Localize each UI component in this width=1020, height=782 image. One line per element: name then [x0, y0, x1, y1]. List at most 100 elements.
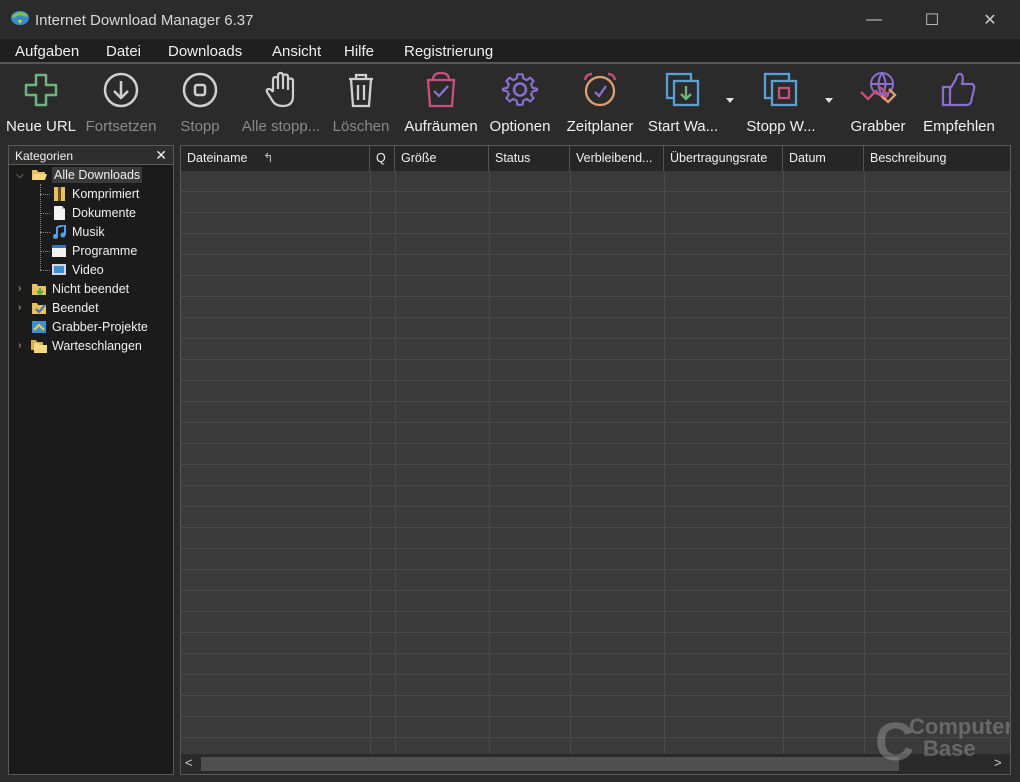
- column-header-remaining[interactable]: Verbleibend...: [570, 146, 664, 171]
- expand-unfinished-icon[interactable]: ›: [18, 283, 21, 294]
- menu-hilfe[interactable]: Hilfe: [344, 43, 374, 60]
- table-row[interactable]: [181, 444, 1010, 465]
- table-row[interactable]: [181, 276, 1010, 297]
- tree-label: Video: [72, 262, 104, 277]
- column-header-q[interactable]: Q: [370, 146, 395, 171]
- table-row[interactable]: [181, 633, 1010, 654]
- tree-item-queues[interactable]: Warteschlangen: [31, 336, 142, 355]
- table-row[interactable]: [181, 423, 1010, 444]
- menu-downloads[interactable]: Downloads: [168, 43, 242, 60]
- table-row[interactable]: [181, 570, 1010, 591]
- table-row[interactable]: [181, 297, 1010, 318]
- table-row[interactable]: [181, 654, 1010, 675]
- stop-queue-dropdown-icon[interactable]: [825, 98, 833, 103]
- resume-button[interactable]: Fortsetzen: [84, 66, 158, 136]
- menu-bar: Aufgaben Datei Downloads Ansicht Hilfe R…: [0, 39, 1020, 64]
- new-url-button[interactable]: Neue URL: [6, 66, 76, 136]
- categories-close-icon[interactable]: ✕: [155, 147, 167, 164]
- column-header-date[interactable]: Datum: [783, 146, 864, 171]
- scrollbar-thumb[interactable]: [201, 757, 899, 771]
- download-list[interactable]: Dateiname ↰ Q Größe Status Verbleibend..…: [180, 145, 1011, 775]
- scheduler-button[interactable]: Zeitplaner: [563, 66, 637, 136]
- table-row[interactable]: [181, 339, 1010, 360]
- start-queue-icon: [665, 72, 700, 107]
- close-button[interactable]: ✕: [961, 0, 1019, 39]
- table-row[interactable]: [181, 591, 1010, 612]
- menu-datei[interactable]: Datei: [106, 43, 141, 60]
- tree-item-programs[interactable]: Programme: [51, 241, 137, 260]
- cleanup-button[interactable]: Aufräumen: [402, 66, 480, 136]
- menu-registrierung[interactable]: Registrierung: [404, 43, 493, 60]
- expand-queues-icon[interactable]: ›: [18, 340, 21, 351]
- computerbase-watermark: C Computer Base: [875, 712, 1010, 770]
- table-row[interactable]: [181, 171, 1010, 192]
- menu-aufgaben[interactable]: Aufgaben: [15, 43, 79, 60]
- tree-item-documents[interactable]: Dokumente: [51, 203, 136, 222]
- expand-all-downloads-icon[interactable]: ⌵: [16, 170, 24, 181]
- alarm-clock-icon: [583, 72, 617, 107]
- table-row[interactable]: [181, 381, 1010, 402]
- start-queue-dropdown-icon[interactable]: [726, 98, 734, 103]
- column-header-filename[interactable]: Dateiname ↰: [181, 146, 370, 171]
- watermark-line2: Base: [923, 736, 976, 761]
- grid-column-line: [570, 171, 571, 754]
- recommend-button[interactable]: Empfehlen: [920, 66, 998, 136]
- tree-item-video[interactable]: Video: [51, 260, 104, 279]
- grid-column-line: [783, 171, 784, 754]
- column-header-size[interactable]: Größe: [395, 146, 489, 171]
- tree-line: [40, 194, 50, 195]
- tree-label: Beendet: [52, 300, 99, 315]
- resume-label: Fortsetzen: [85, 118, 157, 135]
- title-bar: Internet Download Manager 6.37 — ☐ ✕: [0, 0, 1020, 39]
- table-row[interactable]: [181, 486, 1010, 507]
- delete-button[interactable]: Löschen: [330, 66, 392, 136]
- table-row[interactable]: [181, 255, 1010, 276]
- new-url-label: Neue URL: [5, 118, 77, 135]
- tree-item-grabber-projects[interactable]: Grabber-Projekte: [31, 317, 148, 336]
- table-row[interactable]: [181, 318, 1010, 339]
- maximize-icon: ☐: [924, 11, 940, 29]
- program-icon: [52, 244, 66, 257]
- stop-queue-icon: [763, 72, 798, 107]
- tree-item-unfinished[interactable]: Nicht beendet: [31, 279, 129, 298]
- download-circle-icon: [103, 72, 139, 108]
- thumbs-up-icon: [941, 72, 976, 107]
- grabber-icon: [860, 72, 897, 104]
- stop-all-button[interactable]: Alle stopp...: [240, 66, 322, 136]
- column-header-transfer-rate[interactable]: Übertragungsrate: [664, 146, 783, 171]
- column-header-description[interactable]: Beschreibung: [864, 146, 1010, 171]
- table-row[interactable]: [181, 675, 1010, 696]
- scroll-left-icon[interactable]: <: [185, 755, 193, 770]
- grabber-button[interactable]: Grabber: [846, 66, 910, 136]
- stop-circle-icon: [182, 72, 218, 108]
- table-row[interactable]: [181, 234, 1010, 255]
- table-row[interactable]: [181, 507, 1010, 528]
- expand-finished-icon[interactable]: ›: [18, 302, 21, 313]
- hand-icon: [265, 71, 295, 108]
- minimize-button[interactable]: —: [845, 0, 903, 39]
- tree-item-music[interactable]: Musik: [51, 222, 105, 241]
- tree-item-compressed[interactable]: Komprimiert: [51, 184, 139, 203]
- folder-open-icon: [32, 169, 47, 180]
- menu-ansicht[interactable]: Ansicht: [272, 43, 321, 60]
- video-icon: [52, 263, 66, 275]
- table-row[interactable]: [181, 465, 1010, 486]
- table-row[interactable]: [181, 402, 1010, 423]
- maximize-button[interactable]: ☐: [903, 0, 961, 39]
- tree-item-finished[interactable]: Beendet: [31, 298, 99, 317]
- options-button[interactable]: Optionen: [486, 66, 554, 136]
- column-header-status[interactable]: Status: [489, 146, 570, 171]
- grabber-label: Grabber: [850, 118, 906, 135]
- delete-label: Löschen: [332, 118, 390, 135]
- table-row[interactable]: [181, 528, 1010, 549]
- stop-button[interactable]: Stopp: [170, 66, 230, 136]
- tree-item-all-downloads[interactable]: Alle Downloads: [31, 165, 143, 184]
- table-row[interactable]: [181, 612, 1010, 633]
- tree-label: Nicht beendet: [52, 281, 130, 296]
- table-row[interactable]: [181, 360, 1010, 381]
- stop-queue-button[interactable]: Stopp W...: [744, 66, 818, 136]
- start-queue-button[interactable]: Start Wa...: [646, 66, 720, 136]
- table-row[interactable]: [181, 549, 1010, 570]
- table-row[interactable]: [181, 213, 1010, 234]
- table-row[interactable]: [181, 192, 1010, 213]
